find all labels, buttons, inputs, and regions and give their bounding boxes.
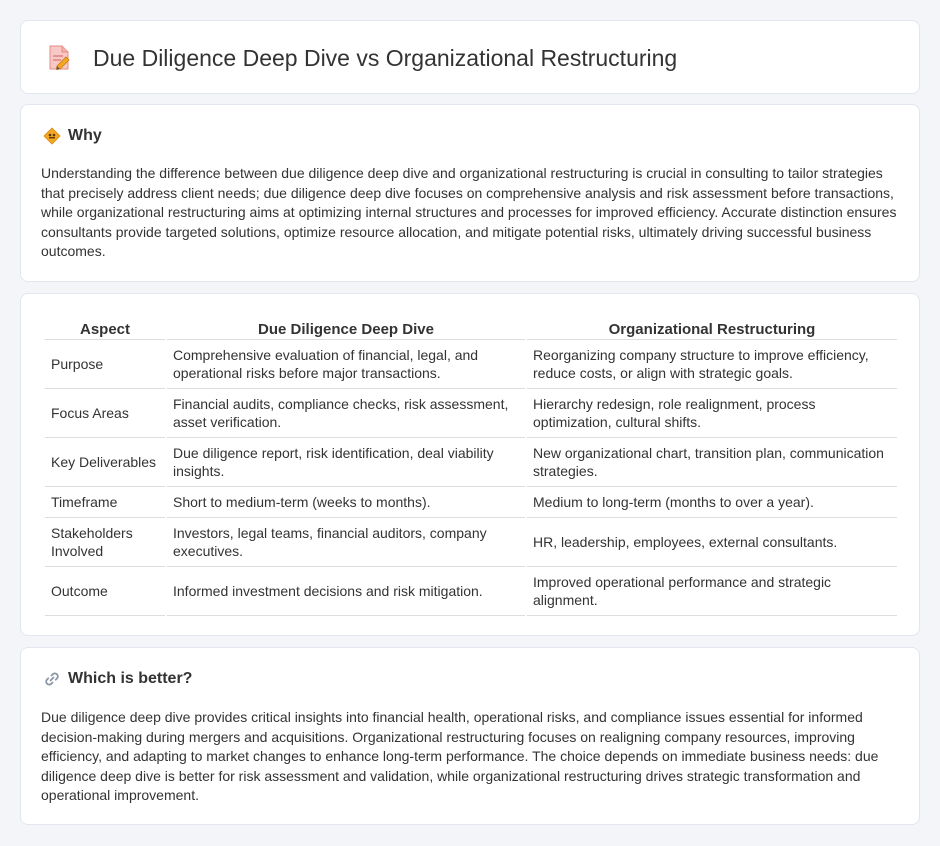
row-due-diligence: Due diligence report, risk identificatio… — [167, 438, 525, 487]
table-row: Focus Areas Financial audits, compliance… — [45, 389, 897, 438]
link-icon — [43, 670, 61, 688]
document-edit-icon — [47, 44, 71, 72]
row-aspect: Outcome — [45, 567, 165, 616]
why-heading: Why — [43, 127, 102, 145]
row-due-diligence: Informed investment decisions and risk m… — [167, 567, 525, 616]
comparison-table: Aspect Due Diligence Deep Dive Organizat… — [43, 314, 899, 616]
why-section: Why Understanding the difference between… — [20, 104, 920, 282]
row-restructuring: Reorganizing company structure to improv… — [527, 340, 897, 389]
row-restructuring: HR, leadership, employees, external cons… — [527, 518, 897, 567]
title-row: Due Diligence Deep Dive vs Organizationa… — [47, 43, 677, 73]
diamond-sign-icon — [43, 127, 61, 145]
table-row: Outcome Informed investment decisions an… — [45, 567, 897, 616]
table-header-row: Aspect Due Diligence Deep Dive Organizat… — [45, 314, 897, 340]
row-due-diligence: Comprehensive evaluation of financial, l… — [167, 340, 525, 389]
page-title: Due Diligence Deep Dive vs Organizationa… — [93, 45, 678, 71]
comparison-section: Aspect Due Diligence Deep Dive Organizat… — [20, 293, 920, 636]
row-restructuring: Hierarchy redesign, role realignment, pr… — [527, 389, 897, 438]
better-body: Due diligence deep dive provides critica… — [41, 709, 879, 804]
table-row: Key Deliverables Due diligence report, r… — [45, 438, 897, 487]
row-restructuring: Improved operational performance and str… — [527, 567, 897, 616]
which-better-section: Which is better? Due diligence deep dive… — [20, 647, 920, 825]
better-title: Which is better? — [68, 670, 193, 687]
row-restructuring: New organizational chart, transition pla… — [527, 438, 897, 487]
header-restructuring: Organizational Restructuring — [527, 314, 897, 340]
why-body: Understanding the difference between due… — [41, 165, 897, 260]
table-row: Stakeholders Involved Investors, legal t… — [45, 518, 897, 567]
row-aspect: Purpose — [45, 340, 165, 389]
header-aspect: Aspect — [45, 314, 165, 340]
row-due-diligence: Financial audits, compliance checks, ris… — [167, 389, 525, 438]
row-aspect: Timeframe — [45, 487, 165, 518]
why-title: Why — [68, 127, 102, 144]
row-aspect: Focus Areas — [45, 389, 165, 438]
row-restructuring: Medium to long-term (months to over a ye… — [527, 487, 897, 518]
table-row: Timeframe Short to medium-term (weeks to… — [45, 487, 897, 518]
better-heading: Which is better? — [43, 670, 192, 688]
header-card: Due Diligence Deep Dive vs Organizationa… — [20, 20, 920, 94]
row-due-diligence: Investors, legal teams, financial audito… — [167, 518, 525, 567]
row-due-diligence: Short to medium-term (weeks to months). — [167, 487, 525, 518]
table-row: Purpose Comprehensive evaluation of fina… — [45, 340, 897, 389]
header-due-diligence: Due Diligence Deep Dive — [167, 314, 525, 340]
row-aspect: Stakeholders Involved — [45, 518, 165, 567]
row-aspect: Key Deliverables — [45, 438, 165, 487]
